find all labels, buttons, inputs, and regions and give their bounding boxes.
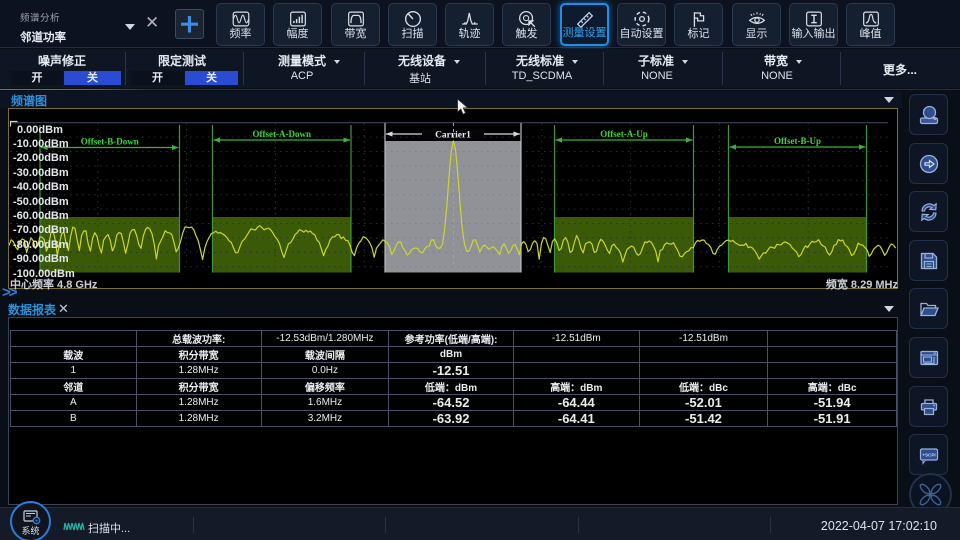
svg-text:Offset-A-Down: Offset-A-Down <box>253 129 312 139</box>
svg-text:Offset-A-Up: Offset-A-Up <box>600 129 648 139</box>
svg-text:Offset-B-Up: Offset-B-Up <box>774 136 821 146</box>
svg-text:Offset-B-Down: Offset-B-Down <box>81 137 139 147</box>
svg-text:+SCPI: +SCPI <box>922 452 935 457</box>
